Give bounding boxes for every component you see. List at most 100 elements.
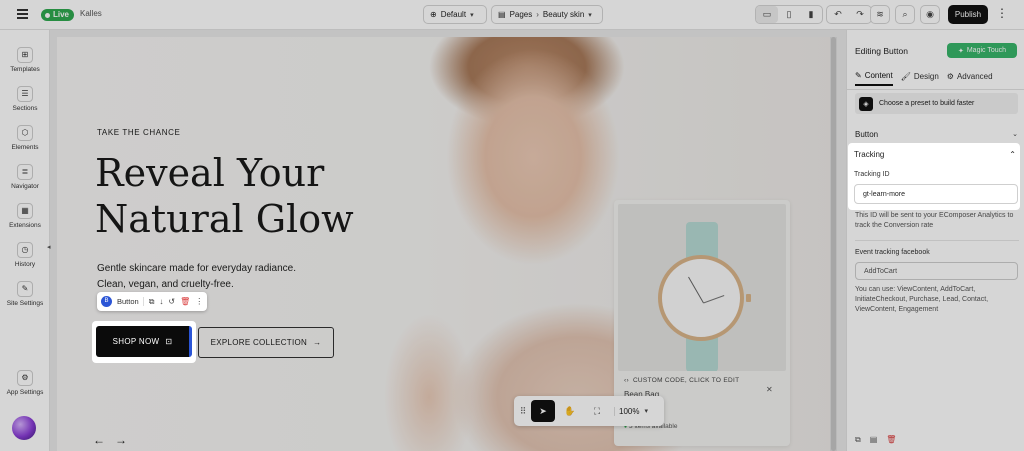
preview-eye-icon[interactable]: ◉: [920, 5, 940, 24]
redo-icon[interactable]: ↷: [849, 6, 871, 23]
duplicate-icon[interactable]: ⧉: [149, 297, 155, 307]
sidebar-item-app-settings[interactable]: ⚙ App Settings: [0, 370, 50, 396]
zoom-level[interactable]: 100%: [614, 406, 641, 416]
select-pointer-icon[interactable]: ➤: [531, 400, 555, 422]
avatar[interactable]: [12, 416, 36, 440]
watch-crown: [746, 294, 751, 302]
page-dropdown[interactable]: ▤ Pages › Beauty skin ▾: [491, 5, 603, 24]
delete-icon[interactable]: 🗑: [886, 435, 896, 445]
hero-title-line: Natural Glow: [95, 197, 354, 241]
watch-face: [658, 255, 744, 341]
history-controls: ↶ ↷: [826, 5, 872, 24]
preset-picker[interactable]: ◈ Choose a preset to build faster: [855, 93, 1018, 114]
arrow-right-icon: →: [313, 338, 322, 347]
drag-handle-icon[interactable]: ⠿: [518, 406, 528, 417]
globe-icon: ⊕: [430, 10, 437, 19]
reset-icon[interactable]: ↺: [168, 297, 175, 306]
magic-touch-label: Magic Touch: [966, 47, 1007, 54]
canvas-scroll-thumb[interactable]: [831, 37, 836, 451]
sidebar-item-templates[interactable]: ⊞ Templates: [0, 47, 50, 73]
site-settings-icon: ✎: [17, 281, 33, 297]
hero-title-line: Reveal Your: [95, 151, 325, 195]
tab-advanced[interactable]: ⚙ Advanced: [947, 70, 993, 86]
more-options-icon[interactable]: ⋮: [195, 297, 203, 306]
element-type-label: Button: [117, 297, 144, 306]
tablet-icon[interactable]: ▯: [778, 6, 800, 23]
template-label: Default: [440, 10, 467, 19]
explore-collection-label: EXPLORE COLLECTION: [210, 338, 308, 347]
layers-icon: ◈: [859, 96, 873, 111]
settings-sliders-icon[interactable]: ≋: [870, 5, 890, 24]
sidebar-item-elements[interactable]: ⬡ Elements: [0, 125, 50, 151]
sidebar-item-navigator[interactable]: ≣ Navigator: [0, 164, 50, 190]
undo-icon[interactable]: ↶: [827, 6, 849, 23]
move-down-icon[interactable]: ↓: [159, 297, 163, 306]
chevron-up-icon: ⌃: [1009, 150, 1016, 159]
sidebar-item-site-settings[interactable]: ✎ Site Settings: [0, 281, 50, 307]
page-name: Beauty skin: [542, 10, 585, 19]
element-type-badge: B: [101, 296, 112, 307]
settings-panel: Editing Button ✦ Magic Touch ✎ Content 🖌…: [846, 30, 1024, 451]
tracking-id-input[interactable]: gt-learn-more: [854, 184, 1018, 204]
desktop-icon[interactable]: ▭: [756, 6, 778, 23]
panel-title: Editing Button: [855, 46, 908, 56]
sidebar-item-sections[interactable]: ☰ Sections: [0, 86, 50, 112]
live-status-badge: Live: [41, 9, 75, 21]
copy-icon[interactable]: ⧉: [855, 435, 861, 445]
tab-content[interactable]: ✎ Content: [855, 70, 893, 86]
tracking-section: Tracking ⌃ Tracking ID gt-learn-more: [848, 143, 1020, 210]
tab-label: Advanced: [956, 71, 993, 81]
event-note: You can use: ViewContent, AddToCart, Ini…: [855, 286, 989, 313]
sidebar-item-label: Navigator: [11, 183, 39, 190]
more-options-icon[interactable]: ⋮: [996, 6, 1008, 20]
sidebar-item-label: Sections: [12, 105, 38, 112]
event-tracking-input[interactable]: AddToCart: [855, 262, 1018, 280]
chevron-down-icon: ▾: [470, 11, 474, 19]
search-preview-icon[interactable]: ⌕: [895, 5, 915, 24]
magic-touch-button[interactable]: ✦ Magic Touch: [947, 43, 1017, 58]
element-toolbar: B Button ⧉ ↓ ↺ 🗑 ⋮: [97, 292, 208, 311]
tabs-divider: [847, 89, 1024, 90]
collapse-sidebar-icon[interactable]: ◂: [47, 243, 53, 253]
delete-icon[interactable]: 🗑: [180, 297, 190, 306]
accordion-button[interactable]: Button ⌄: [855, 128, 1018, 140]
sidebar-item-extensions[interactable]: ▦ Extensions: [0, 203, 50, 229]
watch-product-image: [618, 204, 786, 371]
sidebar-item-label: Templates: [10, 66, 40, 73]
code-icon: ‹›: [624, 377, 629, 384]
navigator-icon: ≣: [17, 164, 33, 180]
arrow-right-icon[interactable]: →: [115, 433, 127, 447]
accordion-label: Tracking: [854, 150, 885, 159]
menu-icon[interactable]: [17, 9, 28, 19]
app-settings-icon: ⚙: [17, 370, 33, 386]
tab-design[interactable]: 🖌 Design: [901, 70, 939, 86]
publish-button[interactable]: Publish: [948, 5, 988, 24]
accordion-label: Button: [855, 129, 879, 139]
tab-label: Content: [864, 70, 893, 80]
custom-code-text: CUSTOM CODE, CLICK TO EDIT: [632, 377, 740, 384]
template-dropdown[interactable]: ⊕ Default ▾: [423, 5, 487, 24]
chevron-down-icon[interactable]: ▾: [644, 407, 648, 415]
cart-icon: ⊡: [165, 337, 173, 346]
device-switcher: ▭ ▯ ▮: [755, 5, 823, 24]
gear-icon: ⚙: [946, 71, 954, 81]
arrow-left-icon[interactable]: ←: [93, 433, 105, 447]
sidebar-item-label: Elements: [11, 144, 39, 151]
brush-icon: 🖌: [900, 71, 911, 81]
accordion-tracking[interactable]: Tracking ⌃: [854, 150, 1016, 159]
custom-code-label[interactable]: ‹› CUSTOM CODE, CLICK TO EDIT: [624, 377, 739, 384]
hero-eyebrow: TAKE THE CHANCE: [97, 128, 181, 137]
mobile-icon[interactable]: ▮: [800, 6, 822, 23]
close-icon[interactable]: ✕: [766, 385, 773, 394]
pencil-icon: ✎: [855, 70, 862, 80]
fit-screen-icon[interactable]: ⛶: [585, 400, 609, 422]
paste-icon[interactable]: ▤: [870, 435, 878, 445]
tracking-note: This ID will be sent to your EComposer A…: [855, 212, 1014, 229]
pages-label: Pages: [509, 10, 533, 19]
page-canvas: TAKE THE CHANCE Reveal Your Natural Glow…: [57, 37, 837, 451]
top-bar: Live Kalles ⊕ Default ▾ ▤ Pages › Beauty…: [0, 0, 1024, 30]
hand-pan-icon[interactable]: ✋: [558, 400, 582, 422]
explore-collection-button[interactable]: EXPLORE COLLECTION →: [198, 327, 334, 358]
sidebar-item-history[interactable]: ◷ History: [0, 242, 50, 268]
shop-now-button[interactable]: SHOP NOW ⊡: [96, 326, 192, 357]
